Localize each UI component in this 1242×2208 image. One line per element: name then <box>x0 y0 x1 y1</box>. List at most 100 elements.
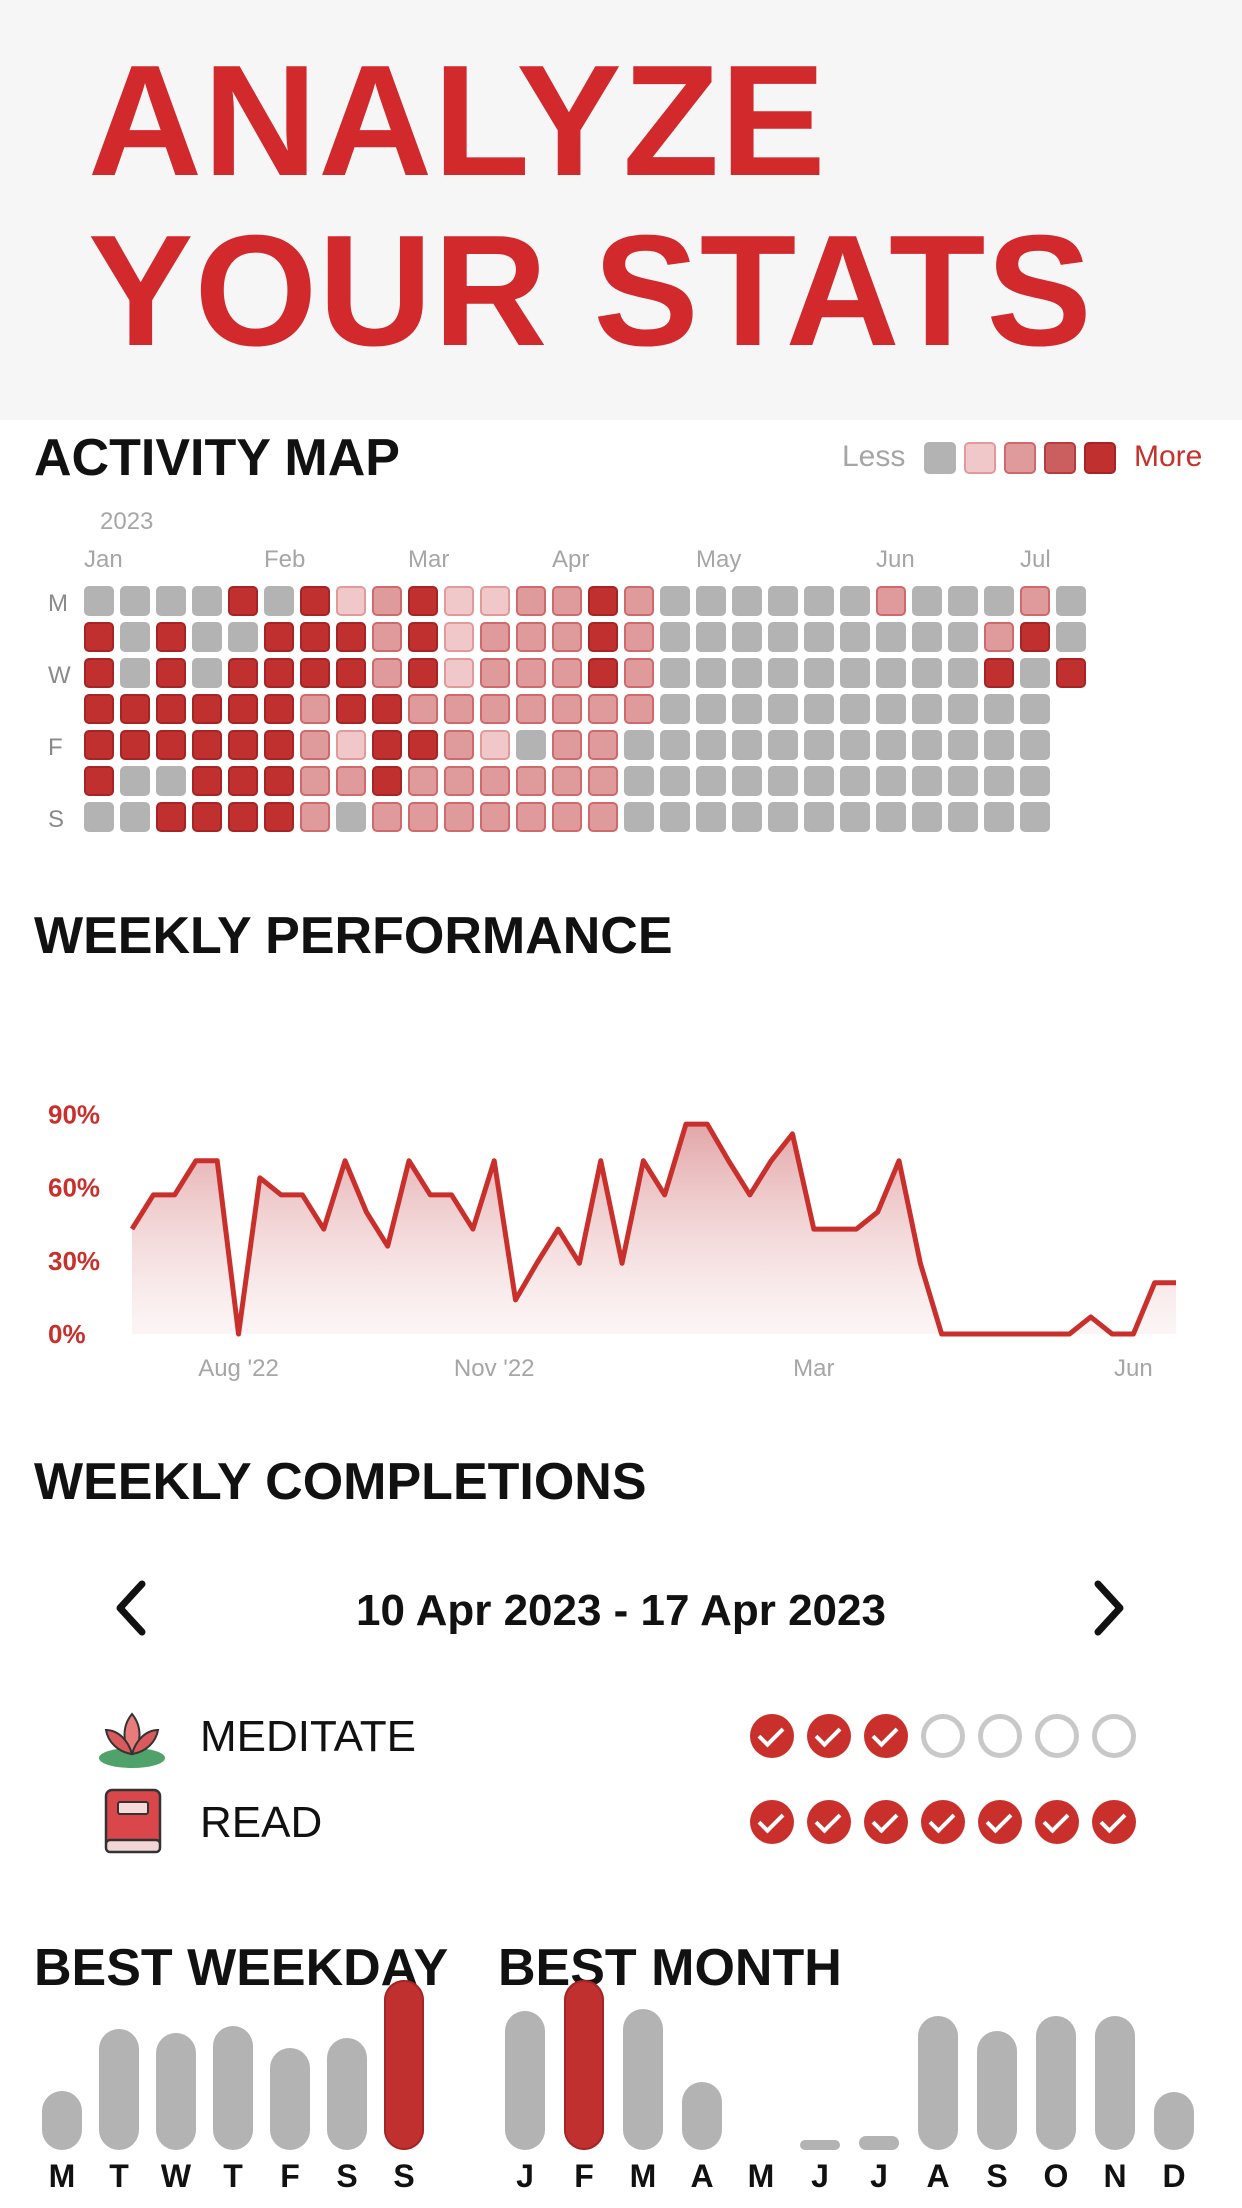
month-label: D <box>1162 2158 1186 2194</box>
activity-cell <box>804 802 834 832</box>
month-bar <box>859 2136 899 2150</box>
check-done-icon[interactable] <box>807 1714 851 1758</box>
activity-cell <box>480 802 510 832</box>
activity-cell <box>1056 622 1086 652</box>
activity-cell <box>192 802 222 832</box>
activity-cell <box>372 730 402 760</box>
x-tick-label: Nov '22 <box>454 1355 535 1382</box>
activity-cell <box>912 658 942 688</box>
activity-cell <box>228 658 258 688</box>
activity-cell <box>300 658 330 688</box>
weekly-performance-chart: 90% 60% 30% 0% Aug '22 Nov '22 Mar Jun <box>48 1099 1176 1382</box>
month-label: F <box>574 2158 594 2194</box>
check-empty-icon[interactable] <box>921 1714 965 1758</box>
activity-cell <box>84 622 114 652</box>
month-bar <box>1036 2015 1076 2150</box>
weekday-bar <box>156 2032 196 2150</box>
activity-cell <box>84 694 114 724</box>
activity-cell <box>732 586 762 616</box>
activity-cell <box>804 730 834 760</box>
hero-title-line1: ANALYZE <box>88 33 827 209</box>
month-bar <box>682 2082 722 2150</box>
weekday-label: F <box>280 2158 300 2194</box>
check-done-icon[interactable] <box>1035 1800 1079 1844</box>
check-done-icon[interactable] <box>807 1800 851 1844</box>
day-label: W <box>48 662 71 689</box>
x-tick-label: Mar <box>793 1355 834 1382</box>
activity-cell <box>876 766 906 796</box>
day-label: F <box>48 734 63 761</box>
activity-cell <box>300 586 330 616</box>
check-done-icon[interactable] <box>864 1714 908 1758</box>
activity-cell <box>516 766 546 796</box>
activity-cell <box>732 694 762 724</box>
activity-cell <box>768 694 798 724</box>
activity-cell <box>372 658 402 688</box>
check-empty-icon[interactable] <box>1092 1714 1136 1758</box>
activity-cell <box>192 658 222 688</box>
activity-cell <box>156 730 186 760</box>
activity-cell <box>876 622 906 652</box>
activity-cell <box>156 694 186 724</box>
activity-cell <box>84 802 114 832</box>
activity-cell <box>228 622 258 652</box>
activity-cell <box>300 802 330 832</box>
check-done-icon[interactable] <box>750 1714 794 1758</box>
weekday-bar <box>42 2090 82 2150</box>
activity-cell <box>768 802 798 832</box>
activity-cell <box>696 622 726 652</box>
activity-cell <box>228 802 258 832</box>
weekday-label: W <box>160 2158 192 2194</box>
activity-cell <box>336 622 366 652</box>
x-tick-label: Jun <box>1114 1355 1153 1382</box>
month-label: Mar <box>408 546 450 573</box>
activity-cell <box>696 586 726 616</box>
check-done-icon[interactable] <box>750 1800 794 1844</box>
check-empty-icon[interactable] <box>1035 1714 1079 1758</box>
legend-swatch <box>924 442 956 474</box>
activity-cell <box>840 694 870 724</box>
check-done-icon[interactable] <box>921 1800 965 1844</box>
legend-less: Less <box>842 440 906 473</box>
activity-cell <box>588 730 618 760</box>
activity-cell <box>660 766 690 796</box>
activity-cell <box>480 622 510 652</box>
x-tick-label: Aug '22 <box>198 1355 279 1382</box>
year-label: 2023 <box>100 508 154 535</box>
activity-cell <box>948 622 978 652</box>
activity-cell <box>480 730 510 760</box>
check-done-icon[interactable] <box>978 1800 1022 1844</box>
activity-cell <box>768 586 798 616</box>
legend-more: More <box>1134 440 1203 473</box>
weekday-bar <box>270 2048 310 2150</box>
month-label: Jul <box>1020 546 1051 573</box>
check-empty-icon[interactable] <box>978 1714 1022 1758</box>
activity-cell <box>840 730 870 760</box>
activity-cell <box>480 658 510 688</box>
activity-cell <box>84 766 114 796</box>
activity-cell <box>444 766 474 796</box>
activity-cell <box>588 802 618 832</box>
check-done-icon[interactable] <box>1092 1800 1136 1844</box>
activity-cell <box>516 658 546 688</box>
activity-cell <box>84 658 114 688</box>
activity-cell <box>156 658 186 688</box>
activity-cell <box>1020 766 1050 796</box>
check-done-icon[interactable] <box>864 1800 908 1844</box>
activity-cell <box>804 622 834 652</box>
activity-cell <box>1020 730 1050 760</box>
activity-cell <box>408 694 438 724</box>
next-week-button[interactable] <box>1088 1578 1128 1648</box>
activity-cell <box>588 658 618 688</box>
activity-cell <box>264 622 294 652</box>
activity-cell <box>1056 658 1086 688</box>
activity-cell <box>336 766 366 796</box>
month-label: O <box>1043 2158 1069 2194</box>
activity-cell <box>552 694 582 724</box>
activity-cell <box>156 586 186 616</box>
day-label: S <box>48 806 65 833</box>
legend-swatch <box>964 442 996 474</box>
activity-cell <box>192 694 222 724</box>
hero-title-line2: YOUR STATS <box>88 203 1093 379</box>
activity-cell <box>732 658 762 688</box>
